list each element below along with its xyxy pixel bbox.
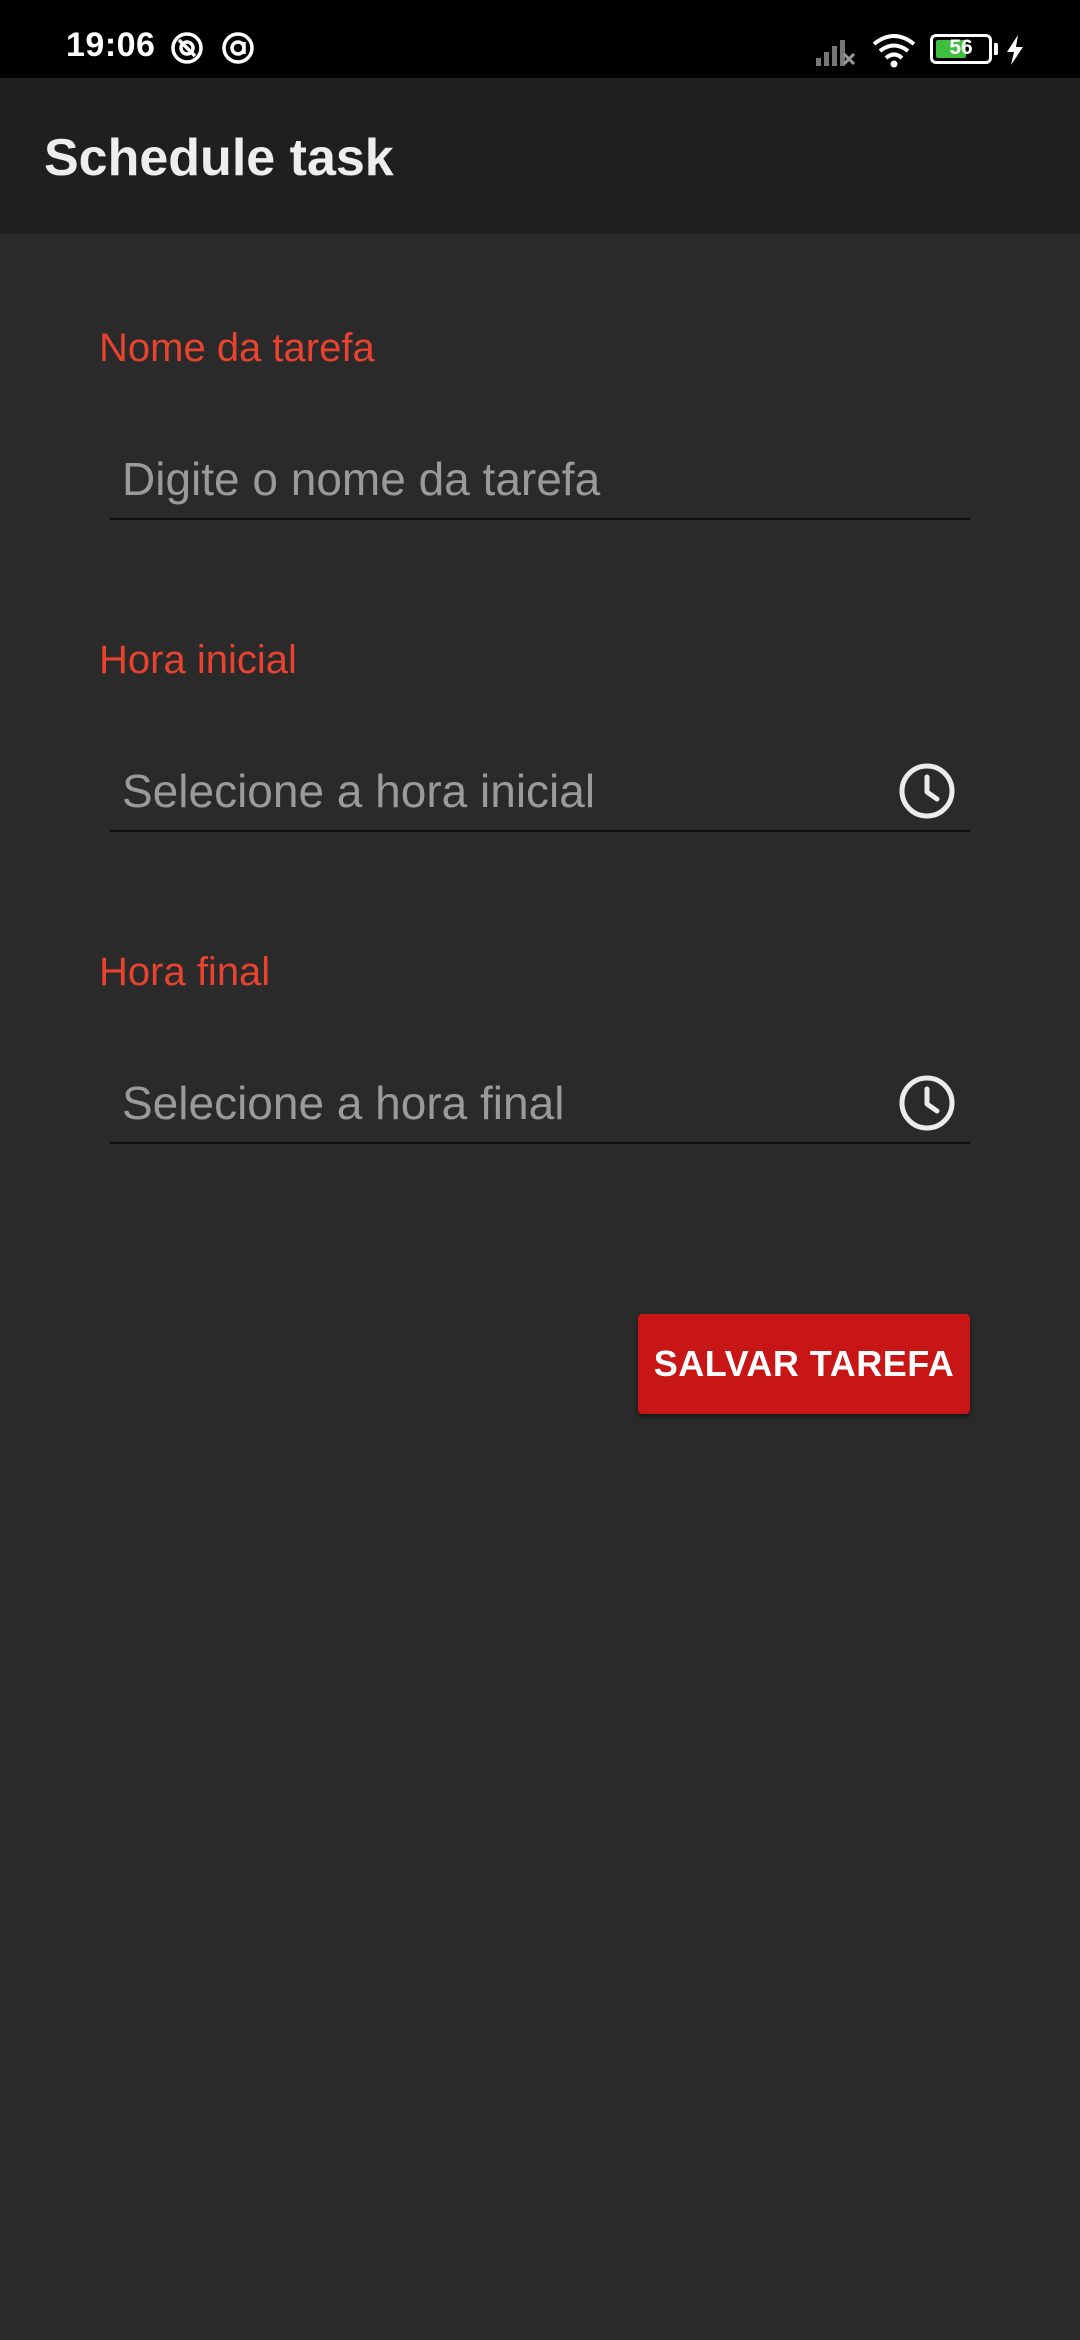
save-task-button[interactable]: SALVAR TAREFA [638,1314,970,1414]
end-time-label: Hora final [99,950,271,994]
start-time-input[interactable] [110,752,970,830]
end-time-input[interactable] [110,1064,970,1142]
status-time: 19:06 [66,26,156,64]
at-sign-icon [171,32,203,64]
at-sign-icon [222,32,254,64]
start-time-field [110,752,970,832]
task-name-input[interactable] [110,440,970,518]
start-time-label: Hora inicial [99,638,297,682]
task-name-label: Nome da tarefa [99,326,375,370]
battery-nub [994,43,998,55]
status-bar: 19:06 56 [0,0,1080,78]
page-title: Schedule task [44,129,394,187]
wifi-icon [872,34,916,68]
signal-off-icon [816,40,856,66]
clock-icon[interactable] [898,762,956,820]
battery-level: 56 [949,36,973,59]
end-time-field [110,1064,970,1144]
charging-bolt-icon [1007,35,1023,65]
battery-icon: 56 [930,34,992,64]
clock-icon[interactable] [898,1074,956,1132]
app-bar: Schedule task [0,78,1080,234]
task-name-field [110,440,970,520]
